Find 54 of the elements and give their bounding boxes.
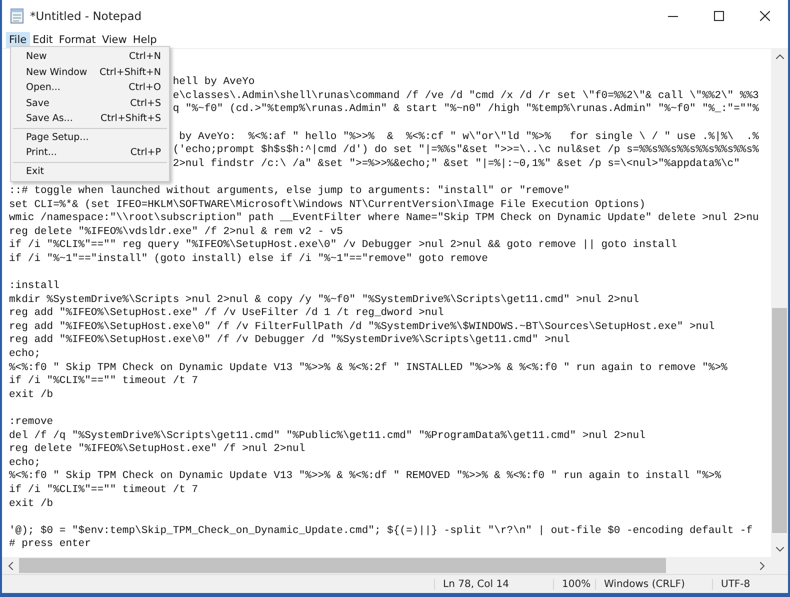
code-line: reg delete "%IFEO%\SetupHost.exe" /f >nul 2>nul — [9, 443, 306, 456]
scrollbar-thumb[interactable] — [772, 308, 787, 533]
code-line: hell by AveYo — [172, 76, 255, 88]
menu-item[interactable]: Open... Ctrl+O — [11, 80, 169, 96]
code-line: if /i "%~1"=="install" (goto install) else if /i "%~1"=="remove" goto remove — [9, 252, 488, 265]
window-title: *Untitled - Notepad — [30, 9, 142, 23]
cursor-position: Ln 78, Col 14 — [434, 578, 553, 590]
code-line: %<%:f0 " Skip TPM Check on Dynamic Update V13 "%>>% & %<%:df " REMOVED "%>>% & %<%:f0 " run again to install "%>% — [9, 470, 722, 482]
code-line: 2>nul findstr /c:\ /a" &set ">=%>>%&echo;" &set "|=%|:~0,1%" &set /p s=\<nul>"%appdata%\c" — [172, 158, 740, 170]
code-line: ::# toggle when launched without arguments, else jump to arguments: "install" or "remove" — [9, 184, 570, 197]
code-line: reg add "%IFEO%\SetupHost.exe\0" /f /v FilterFullPath /d "%SystemDrive%\$WINDOWS.~BT\Sources\SetupHost.exe" >nul — [9, 320, 715, 333]
code-line: if /i "%CLI%"=="" timeout /t 7 — [9, 484, 198, 496]
menu-item[interactable]: Exit — [11, 164, 169, 179]
code-line: # press enter — [9, 538, 91, 550]
code-line: echo; — [9, 348, 41, 360]
code-line: %<%:f0 " Skip TPM Check on Dynamic Update V13 "%>>% & %<%:2f " INSTALLED "%>>% & %<%:f0 " run again to remove "%>% — [9, 362, 728, 374]
maximize-icon — [714, 11, 724, 21]
menu-item[interactable]: Save Ctrl+S — [11, 96, 169, 111]
notepad-icon — [10, 8, 24, 24]
menu-item[interactable]: Save As... Ctrl+Shift+S — [11, 111, 169, 126]
vertical-scrollbar[interactable] — [771, 49, 788, 557]
scroll-left-icon — [8, 562, 13, 570]
code-line: e\classes\.Admin\shell\runas\command /f /ve /d "cmd /x /d /r set \"f0=%%2\"& call \"%%2\" %%3 — [172, 90, 759, 102]
scroll-down-icon — [776, 547, 784, 552]
code-line: echo; — [9, 456, 41, 469]
menu-item[interactable]: Page Setup... — [11, 130, 169, 145]
scrollbar-thumb[interactable] — [19, 558, 666, 573]
code-line: ('echo;prompt $h$s$h:^|cmd /d') do set "|=%%s"&set ">>=\..\c nul&set /p s=%%s%%s%%s%%s%%s%%s% — [172, 144, 759, 156]
menu-item[interactable]: New Ctrl+N — [11, 49, 169, 64]
code-line: exit /b — [9, 498, 54, 510]
code-line: set CLI=%*& (set IFEO=HKLM\SOFTWARE\Microsoft\Windows NT\CurrentVersion\Image File Execution Options) — [9, 198, 646, 211]
menu-item[interactable]: Print... Ctrl+P — [11, 145, 169, 160]
code-line: if /i "%CLI%"=="" timeout /t 7 — [9, 375, 198, 388]
close-icon — [760, 11, 770, 21]
code-line: q "%~f0" (cd.>"%temp%\runas.Admin" & start "%~n0" /high "%temp%\runas.Admin" "%~f0" "%_:"=""% — [172, 103, 759, 116]
code-line: reg add "%IFEO%\SetupHost.exe" /f /v UseFilter /d 1 /t reg_dword >nul — [9, 307, 444, 320]
menu-item[interactable]: New Window Ctrl+Shift+N — [11, 64, 169, 80]
code-line: reg add "%IFEO%\SetupHost.exe\0" /f /v Debugger /d "%SystemDrive%\Scripts\get11.cmd" >nul — [9, 334, 570, 346]
horizontal-scrollbar[interactable] — [2, 557, 771, 574]
code-line: if /i "%CLI%"=="" reg query "%IFEO%\SetupHost.exe\0" /v Debugger >nul 2>nul && goto remove || goto install — [9, 239, 677, 252]
scroll-up-icon — [776, 54, 784, 59]
code-line: by AveYo: %<%:af " hello "%>>% & %<%:cf " w\"or\"ld "%>% for single \ / " use .%|%\ .% — [178, 130, 759, 143]
code-line: mkdir %SystemDrive%\Scripts >nul 2>nul & copy /y "%~f0" "%SystemDrive%\Scripts\get11.cmd" >nul 2>nul — [9, 294, 640, 306]
line-ending: Windows (CRLF) — [595, 578, 712, 590]
code-line: :install — [9, 280, 60, 292]
code-line: exit /b — [9, 388, 54, 401]
code-line: :remove — [9, 416, 54, 428]
code-line: del /f /q "%SystemDrive%\Scripts\get11.cmd" "%Public%\get11.cmd" "%ProgramData%\get11.cmd" >nul 2>nul — [9, 430, 646, 442]
code-line: reg delete "%IFEO%\vdsldr.exe" /f 2>nul & rem v2 - v5 — [9, 226, 343, 238]
encoding: UTF-8 — [712, 578, 781, 590]
zoom-level: 100% — [553, 578, 595, 590]
scroll-right-icon — [760, 562, 765, 570]
code-line: wmic /namespace:"\\root\subscription" path __EventFilter where Name="Skip TPM Check on Dynamic Update" delete >nul 2>nu — [9, 212, 759, 224]
code-line: '@); $0 = "$env:temp\Skip_TPM_Check_on_Dynamic_Update.cmd"; ${(=)||} -split "\r?\n" | out-file $0 -encoding default -f — [9, 524, 753, 537]
